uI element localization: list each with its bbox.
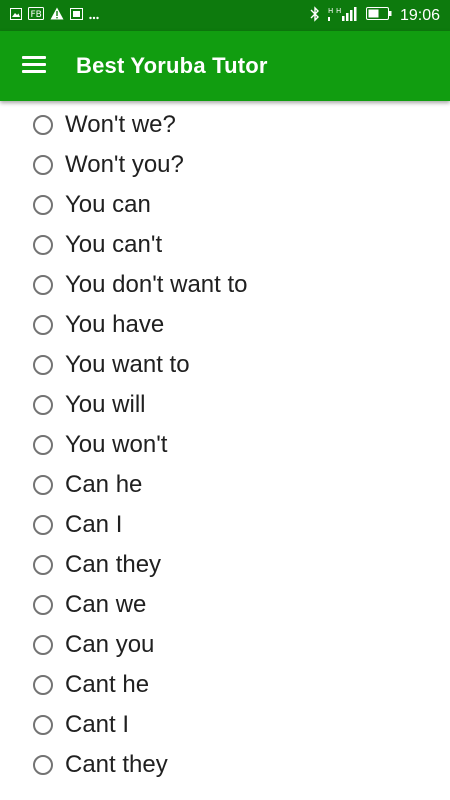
menu-icon[interactable]	[22, 56, 48, 76]
radio-button-icon[interactable]	[33, 475, 53, 495]
radio-button-icon[interactable]	[33, 435, 53, 455]
option-label: You can	[65, 191, 151, 218]
clock: 19:06	[399, 7, 440, 24]
network-type-label: H	[328, 7, 333, 15]
radio-button-icon[interactable]	[33, 115, 53, 135]
radio-button-icon[interactable]	[33, 155, 53, 175]
radio-button-icon[interactable]	[33, 635, 53, 655]
options-list: Won't they?Won't we?Won't you?You canYou…	[0, 81, 450, 785]
options-list-container[interactable]: Won't they?Won't we?Won't you?You canYou…	[0, 81, 450, 800]
radio-button-icon[interactable]	[33, 755, 53, 775]
svg-text:H: H	[336, 7, 341, 15]
option-item[interactable]: You have	[0, 305, 450, 345]
option-label: You won't	[65, 431, 168, 458]
option-label: You will	[65, 391, 146, 418]
status-bar: FB H H 19:06	[0, 0, 450, 31]
option-item[interactable]: You don't want to	[0, 265, 450, 305]
option-item[interactable]: Can he	[0, 465, 450, 505]
option-item[interactable]: Won't we?	[0, 105, 450, 145]
option-item[interactable]: You can't	[0, 225, 450, 265]
radio-button-icon[interactable]	[33, 595, 53, 615]
notification-icons: FB	[10, 7, 99, 25]
warning-icon	[50, 7, 64, 25]
radio-button-icon[interactable]	[33, 315, 53, 335]
picture-icon	[70, 7, 83, 25]
option-label: Can we	[65, 591, 147, 618]
more-icon	[89, 7, 99, 25]
fb-icon: FB	[28, 7, 44, 25]
option-label: Cant he	[65, 671, 150, 698]
option-item[interactable]: Can they	[0, 545, 450, 585]
radio-button-icon[interactable]	[33, 675, 53, 695]
option-item[interactable]: You want to	[0, 345, 450, 385]
battery-icon	[365, 7, 392, 25]
option-label: Cant I	[65, 711, 130, 738]
option-label: Won't you?	[65, 151, 184, 178]
option-item[interactable]: Can I	[0, 505, 450, 545]
option-label: Can he	[65, 471, 143, 498]
option-item[interactable]: Cant I	[0, 705, 450, 745]
option-label: Won't we?	[65, 111, 176, 138]
radio-button-icon[interactable]	[33, 395, 53, 415]
svg-text:FB: FB	[31, 10, 42, 20]
app-bar: Best Yoruba Tutor	[0, 31, 450, 101]
radio-button-icon[interactable]	[33, 715, 53, 735]
option-label: You want to	[65, 351, 190, 378]
option-item[interactable]: Can we	[0, 585, 450, 625]
option-label: Can they	[65, 551, 162, 578]
app-title: Best Yoruba Tutor	[76, 53, 268, 78]
option-label: You have	[65, 311, 165, 338]
radio-button-icon[interactable]	[33, 195, 53, 215]
option-label: Cant they	[65, 751, 168, 778]
system-icons: H H 19:06	[310, 5, 440, 27]
bluetooth-icon	[310, 5, 320, 27]
signal-icon: H H	[327, 6, 358, 27]
option-label: Can I	[65, 511, 123, 538]
option-item[interactable]: Cant he	[0, 665, 450, 705]
radio-button-icon[interactable]	[33, 275, 53, 295]
radio-button-icon[interactable]	[33, 355, 53, 375]
radio-button-icon[interactable]	[33, 235, 53, 255]
option-item[interactable]: Cant they	[0, 745, 450, 785]
option-label: You can't	[65, 231, 163, 258]
option-label: Can you	[65, 631, 155, 658]
option-item[interactable]: You can	[0, 185, 450, 225]
option-item[interactable]: You won't	[0, 425, 450, 465]
option-item[interactable]: Won't you?	[0, 145, 450, 185]
option-label: You don't want to	[65, 271, 248, 298]
radio-button-icon[interactable]	[33, 555, 53, 575]
option-item[interactable]: Can you	[0, 625, 450, 665]
image-icon	[10, 7, 22, 25]
option-item[interactable]: You will	[0, 385, 450, 425]
radio-button-icon[interactable]	[33, 515, 53, 535]
